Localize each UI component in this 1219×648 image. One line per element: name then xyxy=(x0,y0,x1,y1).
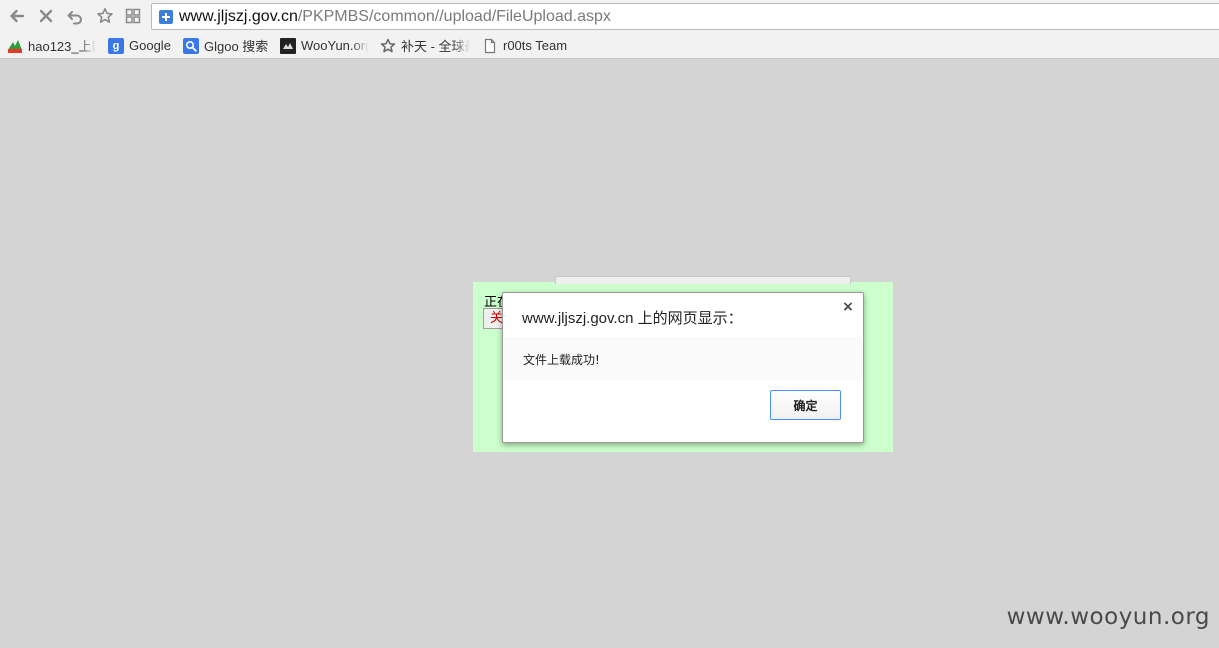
bookmark-label: WooYun.org xyxy=(301,38,369,53)
undo-button[interactable] xyxy=(64,5,86,27)
bookmark-label: hao123_上网 xyxy=(28,39,96,54)
apps-grid-button[interactable] xyxy=(122,5,144,27)
stop-button[interactable] xyxy=(35,5,57,27)
watermark: www.wooyun.org xyxy=(1006,604,1210,630)
alert-dialog: www.jljszj.gov.cn 上的网页显示： × 文件上载成功! 确定 xyxy=(502,292,864,443)
page-icon xyxy=(482,38,498,54)
back-icon xyxy=(10,9,25,23)
browser-toolbar: www.jljszj.gov.cn/PKPMBS/common//upload/… xyxy=(0,0,1219,32)
wooyun-icon xyxy=(280,37,296,54)
search-icon xyxy=(183,37,199,54)
bookmark-google[interactable]: g Google xyxy=(108,36,174,55)
bookmark-star-icon xyxy=(97,8,113,23)
address-bar[interactable]: www.jljszj.gov.cn/PKPMBS/common//upload/… xyxy=(151,3,1219,30)
grid-icon xyxy=(125,8,141,24)
url-host: www.jljszj.gov.cn xyxy=(179,7,298,25)
bookmark-wooyun[interactable]: WooYun.org xyxy=(280,36,369,55)
undo-icon xyxy=(67,11,82,25)
dialog-message: 文件上载成功! xyxy=(523,353,600,367)
bookmark-label: r00ts Team xyxy=(503,38,568,53)
close-icon[interactable]: × xyxy=(841,300,855,314)
ok-button[interactable]: 确定 xyxy=(770,390,841,420)
back-button[interactable] xyxy=(6,5,28,27)
star-icon xyxy=(380,38,396,54)
google-icon: g xyxy=(108,37,124,54)
bookmark-label: Google xyxy=(129,38,171,53)
url-path: /PKPMBS/common//upload/FileUpload.aspx xyxy=(297,7,611,25)
bookmark-glgoo[interactable]: Glgoo 搜索 xyxy=(183,36,269,55)
stop-icon xyxy=(39,9,53,23)
bookmark-butian[interactable]: 补天 - 全球最 xyxy=(380,36,470,55)
dialog-title: www.jljszj.gov.cn 上的网页显示： xyxy=(522,310,743,327)
url-text[interactable]: www.jljszj.gov.cn/PKPMBS/common//upload/… xyxy=(179,8,611,26)
bookmarks-bar: hao123_上网 g Google Glgoo 搜索 WooYun.org 补… xyxy=(0,32,1219,59)
security-shield-icon xyxy=(159,9,173,24)
bookmark-star-button[interactable] xyxy=(94,5,116,27)
bookmark-label: 补天 - 全球最 xyxy=(401,39,470,54)
hao123-icon xyxy=(7,38,23,54)
bookmark-label: Glgoo 搜索 xyxy=(204,39,269,54)
bookmark-hao123[interactable]: hao123_上网 xyxy=(7,36,96,55)
bookmark-r00ts[interactable]: r00ts Team xyxy=(482,36,570,55)
dialog-body: 文件上载成功! xyxy=(504,337,862,380)
panel-input-box xyxy=(555,276,851,284)
